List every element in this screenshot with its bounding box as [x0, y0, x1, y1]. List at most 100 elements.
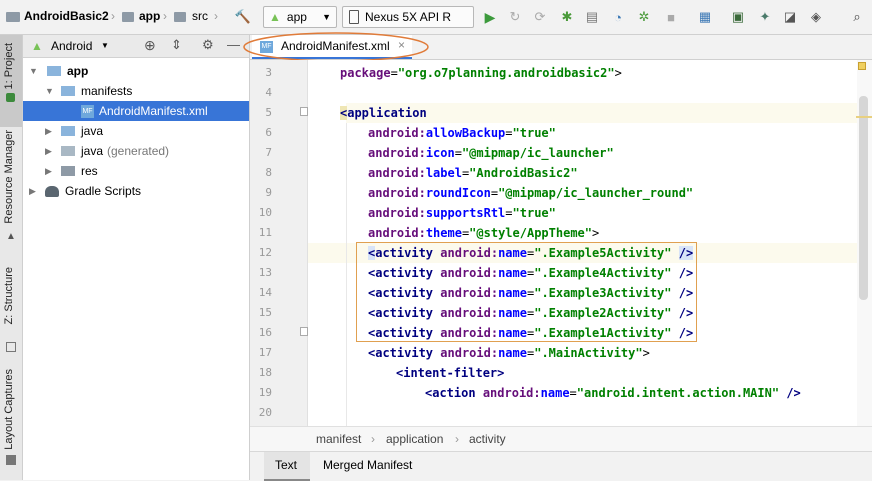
fold-marker-icon[interactable] — [300, 327, 308, 336]
fold-marker-icon[interactable] — [300, 107, 308, 116]
attach-icon[interactable]: ▤ — [583, 8, 601, 26]
project-tool-tab[interactable]: 1: Project — [0, 35, 22, 127]
tree-item-java-generated[interactable]: ▶ java (generated) — [23, 141, 249, 161]
line-number: 3 — [265, 66, 272, 79]
line-number: 15 — [258, 306, 272, 319]
tab-text[interactable]: Text — [264, 452, 310, 481]
line-number: 14 — [258, 286, 272, 299]
layout-captures-tab[interactable]: Layout Captures — [3, 369, 15, 450]
line-number: 9 — [265, 186, 272, 199]
project-folder-icon — [6, 12, 20, 22]
collapsed-arrow-icon: ▶ — [45, 165, 52, 176]
tree-label: AndroidManifest.xml — [99, 104, 208, 118]
line-number: 8 — [265, 166, 272, 179]
tree-label: Gradle Scripts — [65, 184, 142, 198]
code-line-8: android:label="AndroidBasic2" — [368, 166, 578, 180]
project-panel-header: ▲ Android ▼ ⊕ ⇕ ⚙ — — [23, 35, 249, 58]
indent-guide — [346, 123, 347, 426]
avd-manager-icon[interactable]: ▣ — [729, 8, 747, 26]
stop-icon[interactable]: ■ — [662, 8, 680, 26]
warning-marker-icon[interactable] — [858, 62, 866, 70]
device-dropdown[interactable]: Nexus 5X API R — [342, 6, 474, 28]
attach-debugger-icon[interactable]: ✲ — [635, 8, 653, 26]
sync-icon[interactable]: ▦ — [696, 8, 714, 26]
locate-icon[interactable]: ⊕ — [144, 37, 156, 54]
left-tool-strip: 1: Project Resource Manager ▲ Z: Structu… — [0, 35, 23, 480]
module-folder-icon — [122, 12, 134, 22]
code-line-19: <action android:name="android.intent.act… — [425, 386, 801, 400]
tree-item-java[interactable]: ▶ java — [23, 121, 249, 141]
line-number: 4 — [265, 86, 272, 99]
line-number: 5 — [265, 106, 272, 119]
device-label: Nexus 5X API R — [365, 10, 452, 24]
breadcrumb-application[interactable]: application — [386, 432, 443, 446]
breadcrumb-module[interactable]: app — [139, 9, 160, 23]
code-line-3: package="org.o7planning.androidbasic2"> — [340, 66, 622, 80]
tab-merged-manifest-label: Merged Manifest — [323, 458, 413, 472]
line-number: 10 — [258, 206, 272, 219]
collapse-all-icon[interactable]: ⇕ — [171, 37, 182, 53]
chevron-right-icon: › — [455, 432, 459, 446]
tree-item-gradle-scripts[interactable]: ▶ Gradle Scripts — [23, 181, 249, 201]
module-folder-icon — [47, 66, 61, 76]
tree-item-app[interactable]: ▼ app — [23, 61, 249, 81]
scrollbar-thumb[interactable] — [859, 96, 868, 300]
chevron-right-icon: › — [214, 9, 218, 23]
chevron-down-icon[interactable]: ▼ — [101, 41, 109, 50]
apply-changes-icon[interactable]: ↻ — [506, 8, 524, 26]
hammer-build-icon[interactable]: 🔨 — [234, 8, 252, 26]
project-tool-label: 1: Project — [3, 43, 15, 90]
tree-item-manifests[interactable]: ▼ manifests — [23, 81, 249, 101]
profile-icon[interactable]: ◔ — [609, 8, 627, 26]
structure-tab[interactable]: Z: Structure — [3, 267, 15, 324]
src-folder-icon — [174, 12, 186, 22]
project-tool-icon — [6, 93, 15, 102]
code-line-6: android:allowBackup="true" — [368, 126, 556, 140]
breadcrumb-activity[interactable]: activity — [469, 432, 506, 446]
line-number: 13 — [258, 266, 272, 279]
code-line-9: android:roundIcon="@mipmap/ic_launcher_r… — [368, 186, 694, 200]
tree-label: java — [81, 124, 104, 138]
project-panel: ▲ Android ▼ ⊕ ⇕ ⚙ — ▼ app ▼ manifests MF… — [23, 35, 250, 480]
breadcrumb-src[interactable]: src — [192, 9, 208, 23]
tab-merged-manifest[interactable]: Merged Manifest — [314, 452, 424, 481]
structure-icon — [6, 342, 16, 352]
sdk-manager-icon[interactable]: ✦ — [756, 8, 774, 26]
line-number: 20 — [258, 406, 272, 419]
android-icon: ▲ — [269, 10, 281, 24]
line-number: 12 — [258, 246, 272, 259]
expanded-arrow-icon: ▼ — [29, 66, 38, 76]
phone-icon — [349, 10, 359, 24]
breadcrumb-project[interactable]: AndroidBasic2 — [24, 9, 109, 23]
apply-code-changes-icon[interactable]: ⟳ — [531, 8, 549, 26]
layout-inspector-icon[interactable]: ◪ — [781, 8, 799, 26]
xml-breadcrumb: manifest › application › activity — [250, 426, 872, 451]
tree-item-res[interactable]: ▶ res — [23, 161, 249, 181]
search-icon[interactable]: ⌕ — [848, 8, 866, 26]
debug-icon[interactable]: ✱ — [558, 8, 576, 26]
line-number-gutter: 3 4 5 6 7 8 9 10 11 12 13 14 15 16 17 18… — [250, 60, 308, 426]
tree-label: res — [81, 164, 98, 178]
run-config-dropdown[interactable]: ▲ app ▼ — [263, 6, 337, 28]
breadcrumb-manifest[interactable]: manifest — [316, 432, 361, 446]
resource-manager-tab[interactable]: Resource Manager — [3, 130, 15, 224]
run-icon[interactable]: ▶ — [481, 8, 499, 26]
line-number: 16 — [258, 326, 272, 339]
code-line-7: android:icon="@mipmap/ic_launcher" — [368, 146, 614, 160]
tree-label: manifests — [81, 84, 133, 98]
collapsed-arrow-icon: ▶ — [29, 185, 36, 196]
project-structure-icon[interactable]: ◈ — [807, 8, 825, 26]
callout-circle — [243, 32, 429, 62]
manifest-file-icon: MF — [81, 104, 94, 118]
collapsed-arrow-icon: ▶ — [45, 145, 52, 156]
activities-highlight-box — [356, 242, 697, 342]
gear-icon[interactable]: ⚙ — [202, 37, 214, 53]
tree-item-androidmanifest[interactable]: MF AndroidManifest.xml — [23, 101, 249, 121]
line-number: 17 — [258, 346, 272, 359]
line-number: 6 — [265, 126, 272, 139]
code-line-17: <activity android:name=".MainActivity"> — [368, 346, 650, 360]
tree-label: app — [67, 64, 89, 78]
code-editor[interactable]: 3 4 5 6 7 8 9 10 11 12 13 14 15 16 17 18… — [250, 60, 872, 426]
chevron-right-icon: › — [371, 432, 375, 446]
view-mode-selector[interactable]: Android — [51, 39, 92, 53]
